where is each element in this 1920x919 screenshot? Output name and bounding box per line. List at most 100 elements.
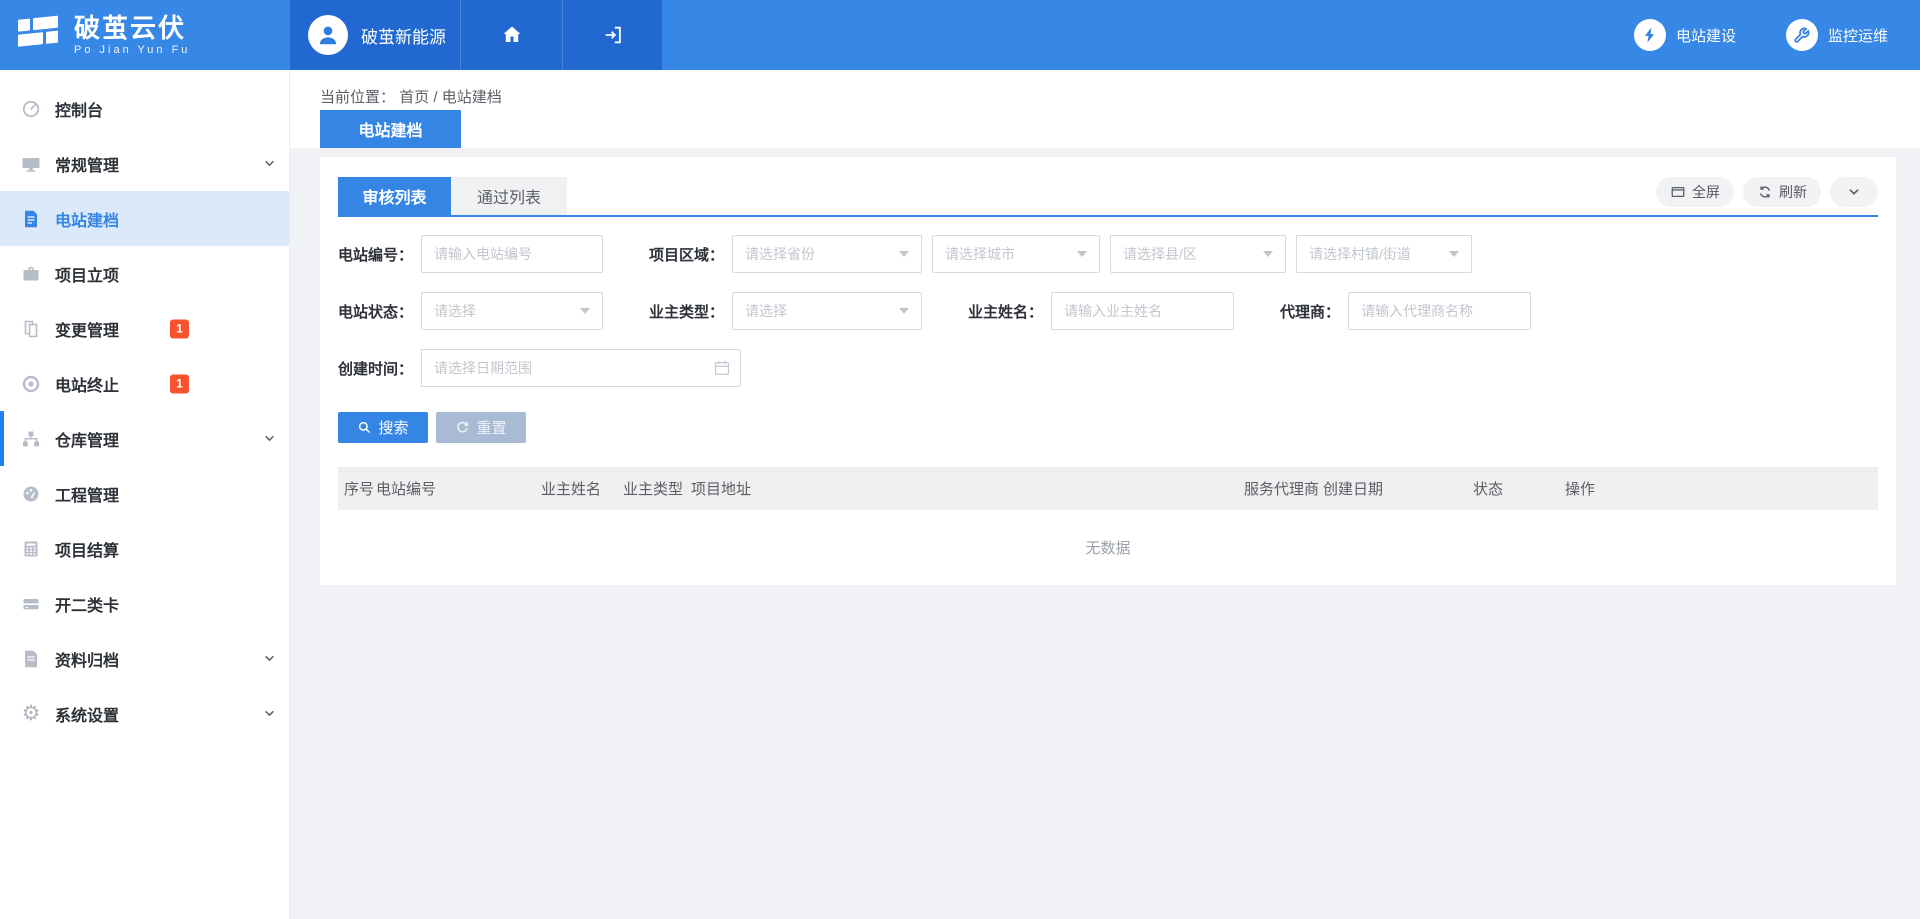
filter-station-no: 电站编号： <box>338 235 603 273</box>
col-owner-type: 业主类型 <box>623 478 691 499</box>
breadcrumb-prefix: 当前位置： <box>320 89 395 106</box>
filter-owner-type: 业主类型： 请选择 <box>649 292 922 330</box>
archive-icon <box>20 649 42 669</box>
station-no-label: 电站编号： <box>338 244 413 265</box>
logout-icon <box>602 24 624 46</box>
col-owner-name: 业主姓名 <box>541 478 623 499</box>
module-link-monitoring[interactable]: 监控运维 <box>1786 19 1888 51</box>
fullscreen-icon <box>1670 184 1686 200</box>
town-select[interactable]: 请选择村镇/街道 <box>1296 235 1472 273</box>
main-area: 当前位置： 首页 / 电站建档 电站建档 审核列表 通过列表 全屏 <box>290 70 1920 919</box>
sidebar-item-label: 资料归档 <box>55 647 119 671</box>
col-index: 序号 <box>344 478 376 499</box>
header-modules: 电站建设 监控运维 <box>1634 0 1920 70</box>
empty-state-text: 无数据 <box>338 510 1878 585</box>
refresh-label: 刷新 <box>1779 182 1807 202</box>
city-select[interactable]: 请选择城市 <box>932 235 1100 273</box>
sidebar-item-general-management[interactable]: 常规管理 <box>0 136 289 191</box>
top-bar: 破茧云伏 Po Jian Yun Fu 破茧新能源 <box>0 0 1920 70</box>
brand-text: 破茧云伏 Po Jian Yun Fu <box>74 14 190 57</box>
calculator-icon <box>20 539 42 559</box>
gear-icon: ⚙ <box>20 703 42 724</box>
sidebar-item-label: 电站建档 <box>55 207 119 231</box>
filter-row-1: 电站编号： 项目区域： 请选择省份 请选择城市 <box>338 235 1878 273</box>
logout-button[interactable] <box>562 0 662 70</box>
sidebar-item-label: 工程管理 <box>55 482 119 506</box>
reset-button[interactable]: 重置 <box>436 412 526 443</box>
filter-owner-name: 业主姓名： <box>968 292 1234 330</box>
fullscreen-label: 全屏 <box>1692 182 1720 202</box>
sidebar-item-label: 开二类卡 <box>55 592 119 616</box>
company-name: 破茧新能源 <box>361 23 446 48</box>
chevron-down-icon <box>263 652 276 665</box>
sidebar-item-engineering-management[interactable]: 工程管理 <box>0 466 289 521</box>
current-user[interactable]: 破茧新能源 <box>290 0 460 70</box>
col-station-no: 电站编号 <box>376 478 541 499</box>
target-icon <box>20 374 42 394</box>
collapse-toolbar-button[interactable] <box>1830 177 1878 207</box>
chevron-down-icon <box>263 157 276 170</box>
owner-type-select[interactable]: 请选择 <box>732 292 922 330</box>
sidebar-item-label: 控制台 <box>55 97 103 121</box>
brand-logo: 破茧云伏 Po Jian Yun Fu <box>0 0 290 70</box>
brand-logo-icon <box>16 12 62 59</box>
agent-label: 代理商： <box>1280 301 1340 322</box>
brand-name: 破茧云伏 <box>74 14 190 43</box>
user-icon <box>315 22 341 48</box>
tab-passed-list[interactable]: 通过列表 <box>451 177 567 215</box>
panel-header: 审核列表 通过列表 全屏 刷新 <box>338 177 1878 217</box>
filter-region: 项目区域： 请选择省份 请选择城市 <box>649 235 1472 273</box>
filter-agent: 代理商： <box>1280 292 1531 330</box>
station-status-label: 电站状态： <box>338 301 413 322</box>
pages-icon <box>20 319 42 339</box>
notification-badge: 1 <box>170 319 189 338</box>
region-selects: 请选择省份 请选择城市 请选择县/区 <box>724 235 1472 273</box>
cards-icon <box>20 594 42 614</box>
date-range-input[interactable] <box>421 349 741 387</box>
search-button[interactable]: 搜索 <box>338 412 428 443</box>
fullscreen-button[interactable]: 全屏 <box>1656 177 1734 207</box>
sidebar-item-system-settings[interactable]: ⚙ 系统设置 <box>0 686 289 741</box>
module-label: 监控运维 <box>1828 25 1888 46</box>
sidebar-item-label: 电站终止 <box>55 372 119 396</box>
city-placeholder: 请选择城市 <box>945 244 1015 264</box>
sidebar-item-open-type2-card[interactable]: 开二类卡 <box>0 576 289 631</box>
sidebar-item-data-archiving[interactable]: 资料归档 <box>0 631 289 686</box>
col-project-address: 项目地址 <box>691 478 1244 499</box>
sidebar-item-project-initiation[interactable]: 项目立项 <box>0 246 289 301</box>
dashboard-icon <box>20 99 42 119</box>
home-button[interactable] <box>460 0 562 70</box>
county-select[interactable]: 请选择县/区 <box>1110 235 1286 273</box>
filter-row-3: 创建时间： <box>338 349 1878 387</box>
notification-badge: 1 <box>170 374 189 393</box>
sitemap-icon <box>20 429 42 449</box>
sidebar-item-label: 常规管理 <box>55 152 119 176</box>
col-service-agent: 服务代理商 <box>1244 478 1323 499</box>
page-content: 审核列表 通过列表 全屏 刷新 <box>290 148 1920 585</box>
station-status-select[interactable]: 请选择 <box>421 292 603 330</box>
refresh-button[interactable]: 刷新 <box>1743 177 1821 207</box>
page-tab-station-archive[interactable]: 电站建档 <box>320 110 461 148</box>
sidebar-item-station-termination[interactable]: 电站终止 1 <box>0 356 289 411</box>
lightning-icon <box>1634 19 1666 51</box>
breadcrumb-path[interactable]: 首页 / 电站建档 <box>399 89 502 106</box>
breadcrumb-band: 当前位置： 首页 / 电站建档 电站建档 <box>290 70 1920 148</box>
dropdown-arrow-icon <box>1449 251 1459 257</box>
reset-label: 重置 <box>476 417 506 438</box>
region-label: 项目区域： <box>649 244 724 265</box>
sidebar-item-station-archive[interactable]: 电站建档 <box>0 191 289 246</box>
sidebar-item-console[interactable]: 控制台 <box>0 81 289 136</box>
status-placeholder: 请选择 <box>434 301 476 321</box>
sidebar-item-change-management[interactable]: 变更管理 1 <box>0 301 289 356</box>
sidebar-item-project-settlement[interactable]: 项目结算 <box>0 521 289 576</box>
agent-input[interactable] <box>1348 292 1531 330</box>
module-link-construction[interactable]: 电站建设 <box>1634 19 1736 51</box>
owner-name-input[interactable] <box>1051 292 1234 330</box>
tab-review-list[interactable]: 审核列表 <box>338 177 451 215</box>
owner-type-placeholder: 请选择 <box>745 301 787 321</box>
sidebar-item-warehouse-management[interactable]: 仓库管理 <box>0 411 289 466</box>
home-icon <box>500 23 524 47</box>
dropdown-arrow-icon <box>1263 251 1273 257</box>
station-no-input[interactable] <box>421 235 603 273</box>
province-select[interactable]: 请选择省份 <box>732 235 922 273</box>
